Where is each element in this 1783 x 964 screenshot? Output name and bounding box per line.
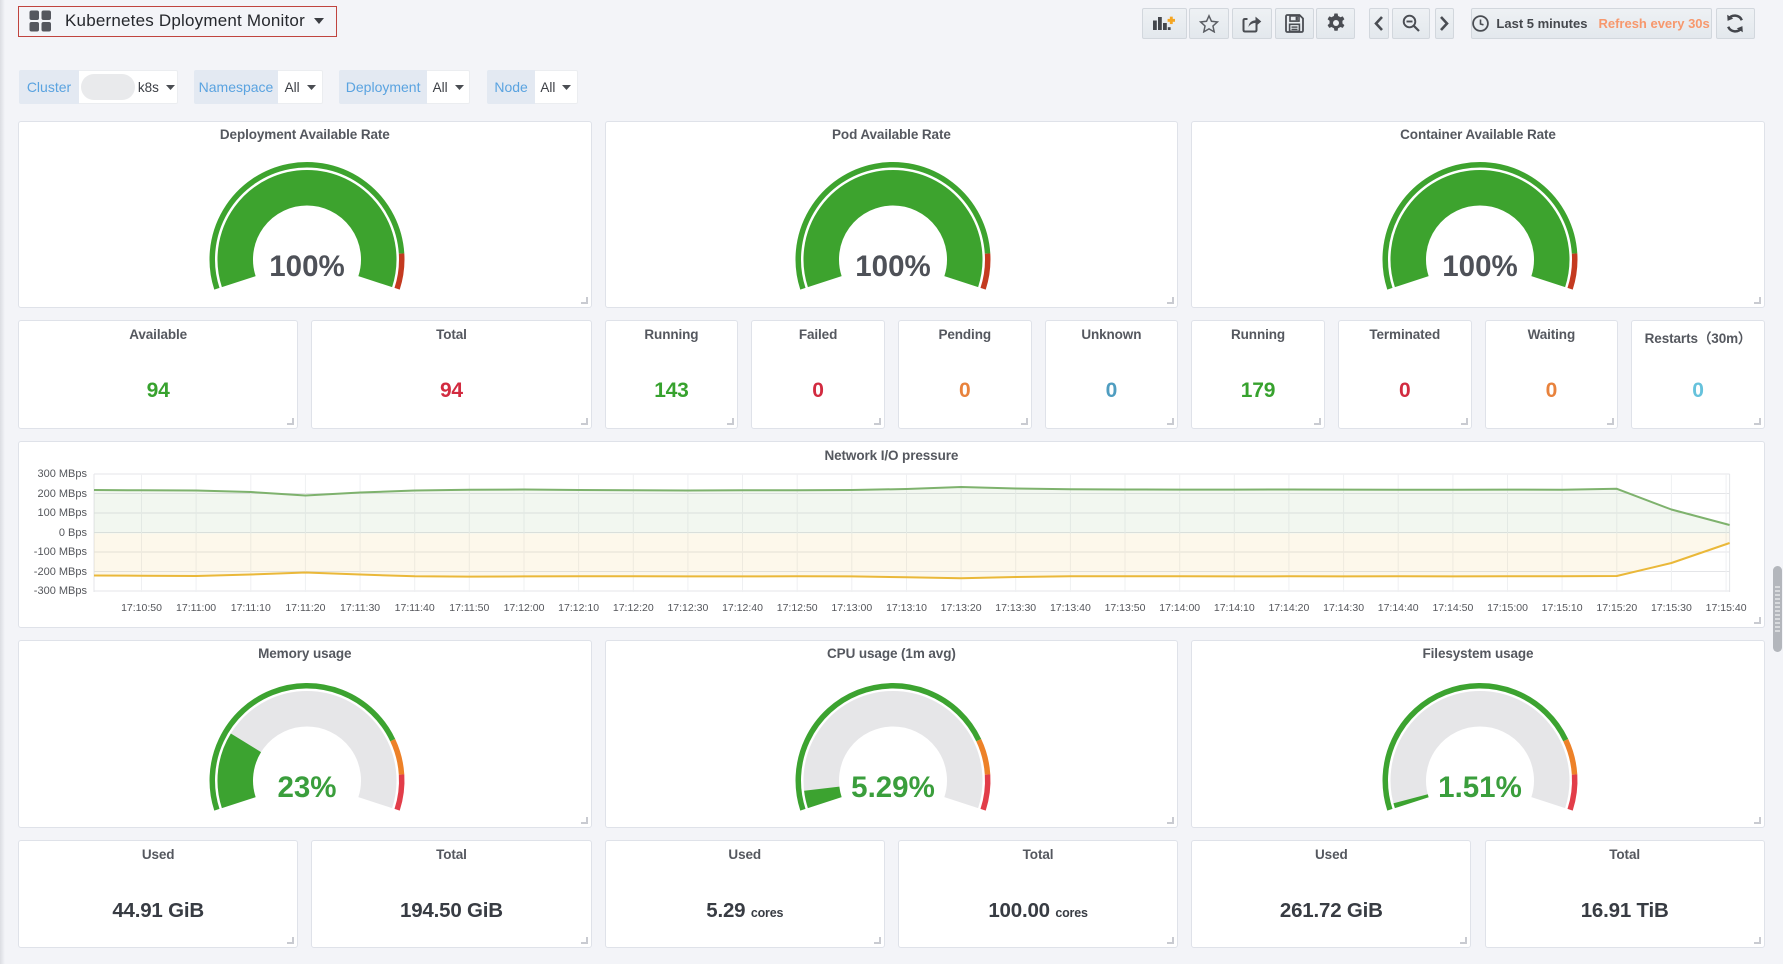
svg-text:5.29%: 5.29% — [852, 771, 936, 804]
svg-text:23%: 23% — [277, 771, 336, 804]
svg-text:100%: 100% — [269, 250, 344, 283]
svg-text:100%: 100% — [1442, 250, 1517, 283]
svg-text:1.51%: 1.51% — [1438, 771, 1522, 804]
svg-text:100%: 100% — [856, 250, 931, 283]
